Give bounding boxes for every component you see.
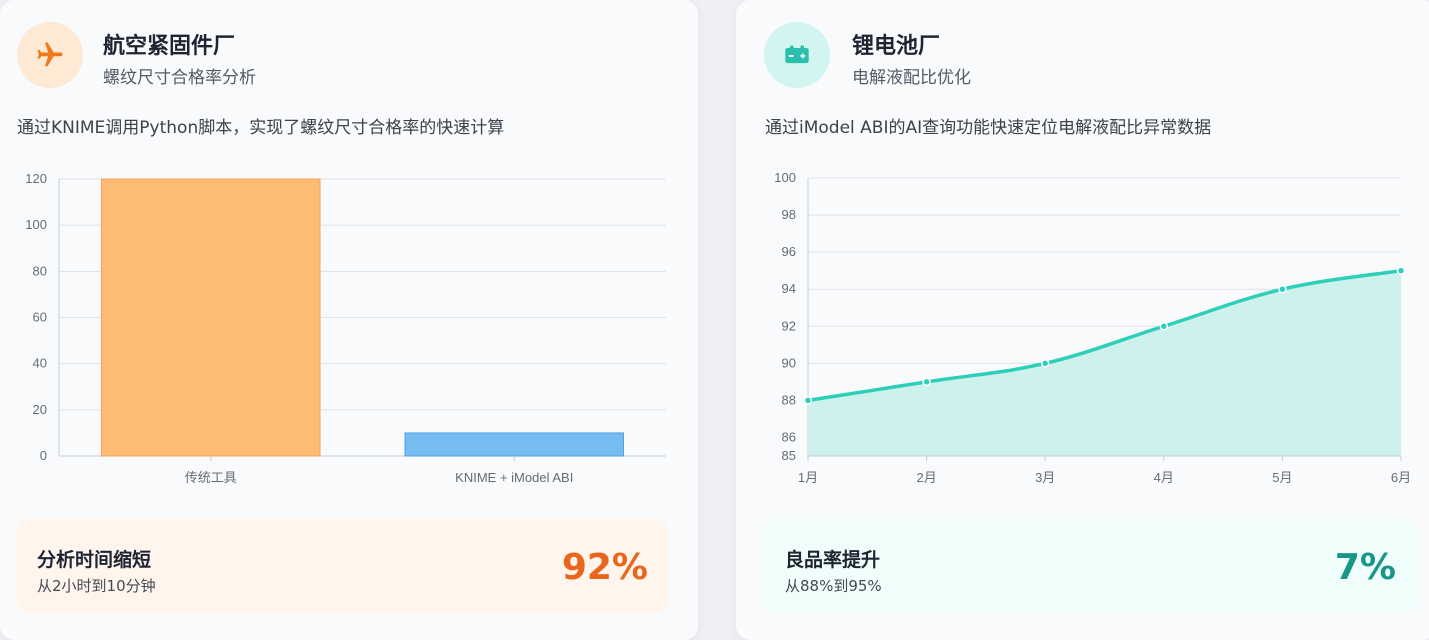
stat-value: 7% — [1334, 547, 1396, 588]
stat-panel: 分析时间缩短 从2小时到10分钟 92% — [17, 519, 668, 613]
y-tick-label: 94 — [782, 281, 796, 296]
x-tick-label: 传统工具 — [185, 470, 237, 485]
data-point — [1159, 322, 1169, 331]
stat-panel: 良品率提升 从88%到95% 7% — [765, 519, 1416, 613]
x-tick-label: 1月 — [798, 470, 818, 485]
data-point — [1396, 266, 1406, 275]
data-point — [1040, 359, 1050, 368]
y-tick-label: 88 — [782, 392, 796, 407]
bar — [100, 178, 321, 457]
card-description: 通过iModel ABI的AI查询功能快速定位电解液配比异常数据 — [765, 118, 1212, 138]
y-tick-label: 40 — [33, 356, 47, 371]
y-tick-label: 80 — [33, 263, 47, 278]
x-tick-label: 3月 — [1035, 470, 1055, 485]
y-tick-label: 85 — [782, 448, 796, 463]
y-tick-label: 86 — [782, 429, 796, 444]
x-tick-label: 2月 — [916, 470, 936, 485]
icon-circle — [764, 22, 830, 88]
icon-circle — [17, 22, 83, 88]
x-tick-label: 4月 — [1154, 470, 1174, 485]
y-tick-label: 100 — [25, 217, 47, 232]
stat-sub: 从88%到95% — [785, 577, 882, 595]
stat-sub: 从2小时到10分钟 — [37, 577, 156, 595]
bar-chart: 0 20 40 60 80 100 120 传统工具 KNIME + iModel ABI — [25, 171, 666, 485]
battery-icon — [785, 45, 809, 64]
card-subtitle: 电解液配比优化 — [852, 68, 971, 88]
x-tick-label: 5月 — [1272, 470, 1292, 485]
y-tick-label: 60 — [33, 310, 47, 325]
y-tick-label: 92 — [782, 318, 796, 333]
y-tick-label: 100 — [774, 170, 796, 185]
data-point — [1278, 284, 1287, 294]
y-tick-label: 98 — [782, 207, 796, 222]
bar — [404, 432, 625, 457]
line-chart: 85 86 88 90 92 94 96 98 100 1月 2月 3月 4月 5月 6月 — [774, 170, 1411, 485]
card-description: 通过KNIME调用Python脚本，实现了螺纹尺寸合格率的快速计算 — [17, 118, 505, 138]
x-tick-label: 6月 — [1391, 470, 1411, 485]
y-tick-label: 20 — [33, 402, 47, 417]
x-tick-label: KNIME + iModel ABI — [455, 470, 573, 485]
stat-label: 良品率提升 — [785, 549, 881, 571]
y-tick-label: 90 — [782, 355, 796, 370]
data-point — [803, 396, 813, 405]
aerospace-fastener-card: 航空紧固件厂 螺纹尺寸合格率分析 通过KNIME调用Python脚本，实现了螺纹… — [0, 0, 698, 640]
y-tick-label: 96 — [782, 244, 796, 259]
data-point — [922, 377, 931, 387]
airplane-icon — [37, 42, 63, 67]
y-tick-label: 0 — [40, 448, 47, 463]
card-subtitle: 螺纹尺寸合格率分析 — [103, 68, 256, 88]
card-title: 航空紧固件厂 — [103, 34, 236, 59]
card-title: 锂电池厂 — [852, 34, 941, 59]
stat-value: 92% — [561, 547, 648, 588]
stat-label: 分析时间缩短 — [37, 549, 152, 571]
y-tick-label: 120 — [25, 171, 47, 186]
lithium-battery-card: 锂电池厂 电解液配比优化 通过iModel ABI的AI查询功能快速定位电解液配… — [736, 0, 1429, 640]
